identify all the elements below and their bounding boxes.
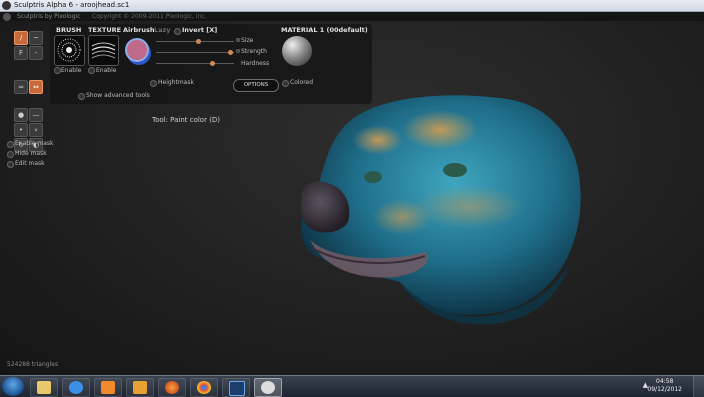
taskbar-internet-explorer[interactable] xyxy=(62,378,90,397)
strength-slider-track[interactable] xyxy=(156,52,234,53)
brush-panel: BRUSH Enable TEXTURE Enable Airbrush Laz… xyxy=(50,24,372,104)
texture-enable-label: Enable xyxy=(96,67,117,74)
texture-enable-radio[interactable] xyxy=(88,67,95,74)
grab-tool[interactable]: ≈ xyxy=(14,80,28,94)
app-name: Sculptris by Pixologic xyxy=(17,13,81,20)
colored-radio[interactable] xyxy=(282,80,289,87)
taskbar-chrome[interactable] xyxy=(190,378,218,397)
material-sphere[interactable] xyxy=(282,36,312,66)
pinch-tool[interactable]: - xyxy=(29,46,43,60)
sculptris-app-icon xyxy=(2,1,11,10)
strength-slider-knob[interactable] xyxy=(227,50,233,55)
system-clock[interactable]: 04:58 09/12/2012 xyxy=(647,378,682,394)
edit-mask-label: Edit mask xyxy=(15,160,45,167)
taskbar-photoshop[interactable] xyxy=(222,378,250,397)
size-label: Size xyxy=(241,37,254,44)
title-bar: Sculptris Alpha 6 - aroojhead.sc1 xyxy=(0,0,704,12)
invert-label: Invert [X] xyxy=(182,26,218,34)
taskbar-media-player[interactable] xyxy=(94,378,122,397)
texture-swatch[interactable] xyxy=(88,35,119,66)
show-advanced-label: Show advanced tools xyxy=(86,92,150,99)
app-header: Sculptris by Pixologic Copyright © 2009-… xyxy=(0,12,704,21)
scale-tool[interactable]: — xyxy=(29,108,43,122)
tool-caption: Tool: Paint color (D) xyxy=(152,116,221,124)
windows-taskbar: ▲ 04:58 09/12/2012 xyxy=(0,375,704,397)
firefox-icon xyxy=(165,381,179,394)
hide-mask-label: Hide mask xyxy=(15,150,47,157)
brush-enable-label: Enable xyxy=(61,67,82,74)
hardness-slider-knob[interactable] xyxy=(209,61,215,66)
rotate-tool[interactable]: • xyxy=(14,123,28,137)
taskbar-file-manager[interactable] xyxy=(126,378,154,397)
chrome-icon xyxy=(197,381,211,394)
brush-alpha-icon xyxy=(57,38,81,62)
media-player-icon xyxy=(101,381,115,394)
lazy-label[interactable]: Lazy xyxy=(154,26,171,34)
hardness-slider-track[interactable] xyxy=(156,63,234,64)
photoshop-icon xyxy=(229,381,245,396)
show-advanced-radio[interactable] xyxy=(78,93,85,100)
start-button[interactable] xyxy=(2,377,24,396)
sculptris-logo-icon xyxy=(3,13,11,21)
taskbar-sculptris[interactable] xyxy=(254,378,282,397)
enable-mask-label: Enable mask xyxy=(15,140,54,147)
brush-label: BRUSH xyxy=(56,26,82,34)
enable-mask-radio[interactable] xyxy=(7,141,14,148)
size-slider-knob[interactable] xyxy=(196,39,202,44)
clock-time: 04:58 xyxy=(656,378,674,385)
strength-indicator-dot xyxy=(236,49,240,53)
brush-enable-radio[interactable] xyxy=(54,67,61,74)
options-button[interactable]: OPTIONS xyxy=(233,79,279,92)
show-desktop-button[interactable] xyxy=(693,376,704,397)
flatten-tool[interactable]: F xyxy=(14,46,28,60)
paint-bump-tool[interactable]: ~ xyxy=(29,31,43,45)
size-slider-track[interactable] xyxy=(156,41,234,42)
invert-radio[interactable] xyxy=(174,28,181,35)
size-indicator-dot xyxy=(236,38,240,42)
crease-tool[interactable]: ● xyxy=(14,108,28,122)
symmetry-tool[interactable]: ⇔ xyxy=(29,80,43,94)
paint-color-swatch[interactable] xyxy=(125,38,149,62)
3d-viewport[interactable]: Sculptris by Pixologic Copyright © 2009-… xyxy=(0,12,704,375)
texture-label: TEXTURE xyxy=(88,26,122,34)
sculptris-icon xyxy=(261,381,275,394)
hide-mask-radio[interactable] xyxy=(7,151,14,158)
heightmask-radio[interactable] xyxy=(150,80,157,87)
smooth-tool[interactable]: ∘ xyxy=(29,123,43,137)
taskbar-firefox[interactable] xyxy=(158,378,186,397)
window-title: Sculptris Alpha 6 - aroojhead.sc1 xyxy=(14,1,130,9)
copyright-text: Copyright © 2009-2011 Pixologic, Inc. xyxy=(92,13,207,20)
material-label: MATERIAL 1 (00default) xyxy=(281,26,368,34)
file-manager-icon xyxy=(133,381,147,394)
hardness-label: Hardness xyxy=(241,60,270,67)
paint-brush-tool[interactable]: / xyxy=(14,31,28,45)
colored-label: Colored xyxy=(290,79,314,86)
clock-date: 09/12/2012 xyxy=(647,386,682,393)
heightmask-label: Heightmask xyxy=(158,79,194,86)
internet-explorer-icon xyxy=(69,381,83,394)
edit-mask-radio[interactable] xyxy=(7,161,14,168)
taskbar-explorer[interactable] xyxy=(30,378,58,397)
triangle-count: 524288 triangles xyxy=(7,361,59,368)
folder-icon xyxy=(37,381,51,394)
brush-alpha-swatch[interactable] xyxy=(54,35,85,66)
strength-label: Strength xyxy=(241,48,267,55)
texture-stroke-icon xyxy=(91,42,116,59)
airbrush-label[interactable]: Airbrush xyxy=(123,26,154,34)
